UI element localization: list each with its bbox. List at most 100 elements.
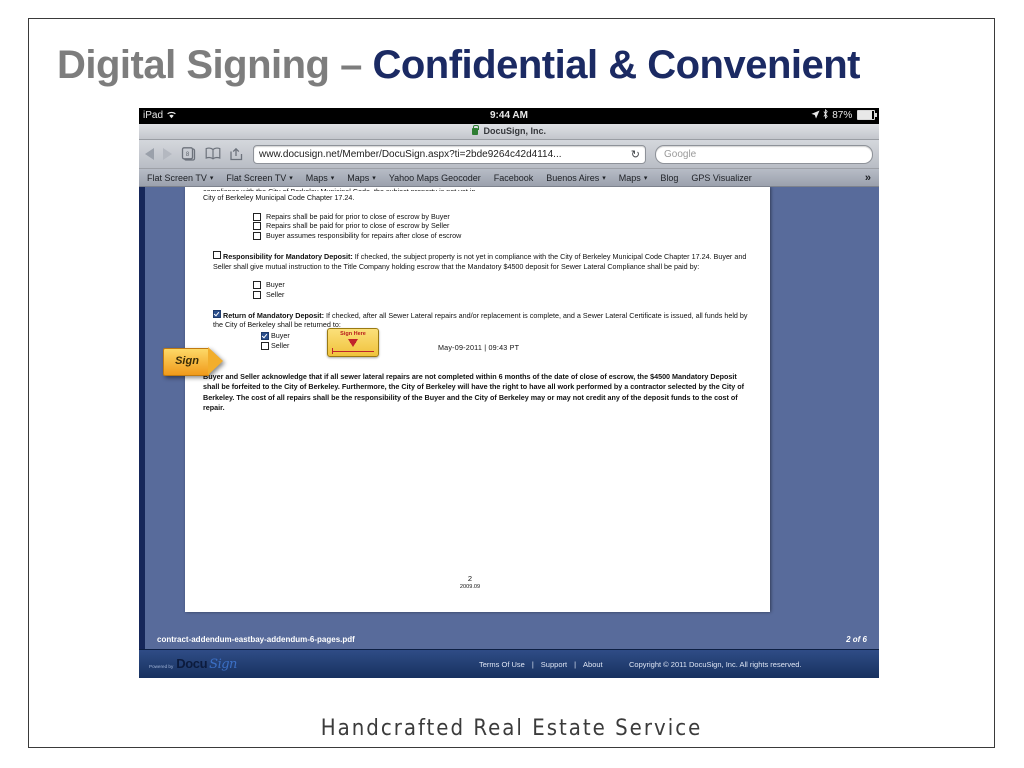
signature-row: Buyer Seller Sign Here May-09-2011 | 09:… (203, 328, 752, 361)
responsibility-options-group: Buyer Seller (203, 280, 752, 300)
sign-flag-button[interactable]: Sign (163, 347, 223, 376)
bookmark-label: Flat Screen TV (147, 172, 207, 183)
bookmark-label: Yahoo Maps Geocoder (388, 172, 481, 183)
bookmark-blog[interactable]: Blog (660, 173, 678, 183)
bookmark-maps-3[interactable]: Maps ▾ (619, 173, 648, 183)
responsibility-paragraph: Responsibility for Mandatory Deposit: If… (213, 250, 752, 271)
checkbox-unchecked-icon[interactable] (261, 341, 269, 350)
footer-links: Terms Of Use | Support | About (479, 660, 603, 669)
chevron-down-icon: ▾ (289, 174, 293, 182)
link-support[interactable]: Support (541, 660, 567, 669)
checkbox-unchecked-icon[interactable] (253, 232, 261, 241)
clipped-text-line: compliance with the City of Berkeley Mun… (203, 187, 752, 191)
link-separator: | (574, 659, 577, 669)
chevron-down-icon: ▾ (209, 174, 214, 182)
checkbox-unchecked-icon[interactable] (253, 212, 261, 221)
bookmark-maps-2[interactable]: Maps ▾ (347, 173, 376, 183)
reload-icon[interactable]: ↻ (631, 148, 640, 161)
copyright-text: Copyright © 2011 DocuSign, Inc. All righ… (629, 659, 802, 669)
search-input[interactable]: Google (655, 144, 873, 164)
checkbox-checked-icon[interactable] (261, 332, 269, 341)
logo-sign: Sign (209, 657, 237, 672)
bookmarks-overflow-icon[interactable]: » (865, 172, 871, 184)
checkbox-label: Buyer (266, 280, 285, 290)
checkbox-row[interactable]: Buyer (261, 331, 290, 341)
forward-arrow-icon[interactable] (163, 148, 172, 160)
location-arrow-icon (811, 110, 820, 119)
document-filename: contract-addendum-eastbay-addendum-6-pag… (157, 634, 355, 644)
url-text: www.docusign.net/Member/DocuSign.aspx?ti… (259, 148, 562, 160)
bookmark-facebook[interactable]: Facebook (494, 173, 534, 183)
bookmark-flat-screen-tv-1[interactable]: Flat Screen TV ▾ (147, 173, 213, 183)
chevron-down-icon: ▾ (602, 174, 606, 182)
bookmark-yahoo-maps-geocoder[interactable]: Yahoo Maps Geocoder (389, 173, 481, 183)
page-revision: 2009.09 (459, 584, 481, 590)
checkbox-label: Buyer assumes responsibility for repairs… (266, 231, 462, 241)
bookmark-buenos-aires[interactable]: Buenos Aires ▾ (546, 173, 606, 183)
bookmark-label: Blog (660, 172, 679, 183)
return-heading: Return of Mandatory Deposit: (223, 310, 325, 320)
chevron-down-icon: ▾ (330, 174, 335, 182)
docusign-logo: Powered by Docu Sign (149, 656, 237, 672)
browser-title-bar: DocuSign, Inc. (139, 124, 879, 140)
book-icon[interactable] (205, 147, 221, 161)
page-number-block: 2 2009.09 (440, 574, 500, 590)
search-placeholder: Google (664, 148, 697, 160)
bluetooth-icon (823, 108, 829, 120)
docusign-footer-bar: Powered by Docu Sign Terms Of Use | Supp… (139, 649, 879, 678)
tabs-icon[interactable]: 8 (181, 147, 196, 161)
status-right: 87% (811, 108, 877, 124)
sign-here-tab[interactable]: Sign Here (327, 328, 379, 358)
checkbox-unchecked-icon[interactable] (253, 281, 261, 290)
bookmark-label: Maps (347, 172, 370, 183)
bookmark-label: Maps (618, 172, 641, 183)
checkbox-unchecked-icon[interactable] (253, 291, 261, 300)
return-options-group: Buyer Seller (261, 331, 290, 350)
page-title-text: DocuSign, Inc. (483, 126, 547, 136)
return-paragraph: Return of Mandatory Deposit: If checked,… (213, 309, 752, 330)
back-arrow-icon[interactable] (145, 148, 154, 160)
arrow-stem (350, 338, 356, 343)
checkbox-label: Buyer (271, 331, 290, 341)
checkbox-checked-icon[interactable] (213, 309, 221, 318)
chevron-down-icon: ▾ (372, 174, 376, 182)
checkbox-unchecked-icon[interactable] (213, 250, 221, 259)
checkbox-row[interactable]: Repairs shall be paid for prior to close… (253, 221, 752, 231)
checkbox-row[interactable]: Seller (253, 290, 752, 300)
sign-flag-label: Sign (175, 355, 199, 367)
ios-status-bar: iPad 9:44 AM 87% (139, 108, 879, 124)
chevron-down-icon: ▾ (643, 174, 648, 182)
title-part-1: Digital Signing (57, 43, 330, 87)
doc-line-city: City of Berkeley Municipal Code Chapter … (203, 193, 355, 202)
title-dash: – (340, 43, 362, 87)
pdf-page: compliance with the City of Berkeley Mun… (185, 187, 770, 612)
battery-icon (857, 110, 877, 121)
bookmark-label: Facebook (493, 172, 534, 183)
signature-timestamp: May-09-2011 | 09:43 PT (438, 343, 520, 353)
checkbox-row[interactable]: Buyer (253, 280, 752, 290)
responsibility-heading: Responsibility for Mandatory Deposit: (223, 251, 353, 261)
title-part-2: Confidential & Convenient (372, 43, 860, 87)
bookmark-label: Buenos Aires (546, 172, 600, 183)
checkbox-unchecked-icon[interactable] (253, 222, 261, 231)
bookmark-label: Maps (305, 172, 328, 183)
link-terms-of-use[interactable]: Terms Of Use (479, 660, 525, 669)
link-about[interactable]: About (583, 660, 603, 669)
share-icon[interactable] (229, 147, 244, 161)
signature-line (332, 348, 374, 355)
bookmark-gps-visualizer[interactable]: GPS Visualizer (691, 173, 751, 183)
checkbox-label: Seller (271, 340, 290, 350)
checkbox-row[interactable]: Repairs shall be paid for prior to close… (253, 212, 752, 222)
checkbox-row[interactable]: Buyer assumes responsibility for repairs… (253, 231, 752, 241)
document-page-count: 2 of 6 (846, 634, 867, 644)
bookmark-flat-screen-tv-2[interactable]: Flat Screen TV ▾ (226, 173, 292, 183)
bookmark-label: GPS Visualizer (691, 172, 752, 183)
url-bar[interactable]: www.docusign.net/Member/DocuSign.aspx?ti… (253, 144, 646, 164)
battery-percent: 87% (832, 110, 853, 121)
checkbox-row[interactable]: Seller (261, 341, 290, 351)
document-viewer: Sign compliance with the City of Berkele… (139, 187, 879, 629)
logo-docu: Docu (176, 656, 208, 671)
powered-by-label: Powered by (149, 664, 174, 669)
bookmark-maps-1[interactable]: Maps ▾ (306, 173, 335, 183)
page-title: Digital Signing – Confidential & Conveni… (57, 43, 977, 88)
